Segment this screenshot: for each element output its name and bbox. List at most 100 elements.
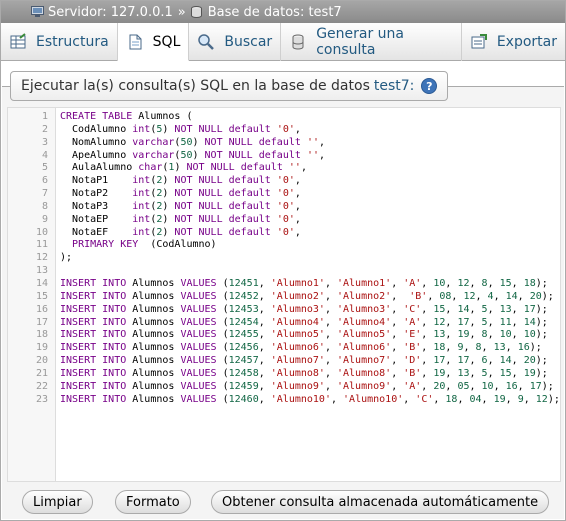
code-text: INSERT INTO Alumnos VALUES (12454, 'Alum… — [60, 316, 548, 328]
code-line: 9 NotaEP int(2) NOT NULL default '0', — [8, 214, 560, 227]
code-line: 5 AulaAlumno char(1) NOT NULL default ''… — [8, 162, 560, 175]
clear-button[interactable]: Limpiar — [22, 490, 93, 514]
breadcrumb-server-label: Servidor: 127.0.0.1 — [48, 4, 173, 20]
line-number: 4 — [41, 149, 48, 161]
code-text: INSERT INTO Alumnos VALUES (12459, 'Alum… — [60, 380, 554, 392]
tab-label: Generar una consulta — [316, 26, 405, 58]
code-line: 21 INSERT INTO Alumnos VALUES (12458, 'Al… — [8, 368, 560, 381]
code-text: INSERT INTO Alumnos VALUES (12451, 'Alum… — [60, 277, 548, 289]
line-number: 10 — [35, 226, 48, 238]
code-text: ); — [60, 252, 73, 264]
code-line: 20 INSERT INTO Alumnos VALUES (12457, 'Al… — [8, 355, 560, 368]
tab-label: Estructura — [36, 34, 109, 50]
sql-icon — [126, 33, 144, 51]
fieldset-title: Ejecutar la(s) consulta(s) SQL en la bas… — [21, 78, 370, 94]
code-text: INSERT INTO Alumnos VALUES (12455, 'Alum… — [60, 329, 548, 341]
tab-bar: Estructura SQL Buscar Generar una consul… — [1, 23, 565, 61]
export-icon — [470, 33, 488, 51]
tab-sql[interactable]: SQL — [117, 23, 190, 61]
code-text: INSERT INTO Alumnos VALUES (12460, 'Alum… — [60, 393, 560, 405]
server-icon — [31, 6, 44, 18]
code-line: 7 NotaP2 int(2) NOT NULL default '0', — [8, 188, 560, 201]
code-line: 13 — [8, 265, 560, 278]
breadcrumb-database-label: Base de datos: test7 — [207, 4, 342, 20]
line-number: 20 — [35, 355, 48, 367]
code-text: NotaP1 int(2) NOT NULL default '0', — [60, 175, 301, 187]
search-icon — [197, 33, 215, 51]
line-number: 17 — [35, 316, 48, 328]
code-text: NotaP3 int(2) NOT NULL default '0', — [60, 200, 301, 212]
code-text: NotaP2 int(2) NOT NULL default '0', — [60, 188, 301, 200]
code-line: 6 NotaP1 int(2) NOT NULL default '0', — [8, 175, 560, 188]
code-line: 3 NomAlumno varchar(50) NOT NULL default… — [8, 137, 560, 150]
tab-label: Exportar — [496, 34, 557, 50]
code-text: NotaEF int(2) NOT NULL default '0', — [60, 226, 301, 238]
breadcrumb-separator: » — [177, 4, 186, 20]
tab-label: SQL — [152, 33, 181, 50]
code-line: 17 INSERT INTO Alumnos VALUES (12454, 'Al… — [8, 317, 560, 330]
code-line: 16 INSERT INTO Alumnos VALUES (12453, 'Al… — [8, 304, 560, 317]
code-text: NomAlumno varchar(50) NOT NULL default '… — [60, 136, 326, 148]
line-number: 15 — [35, 290, 48, 302]
line-number: 21 — [35, 367, 48, 379]
database-icon — [190, 6, 204, 18]
code-line: 22 INSERT INTO Alumnos VALUES (12459, 'Al… — [8, 381, 560, 394]
sql-editor[interactable]: 1 CREATE TABLE Alumnos (2 CodAlumno int(5… — [7, 107, 561, 482]
line-number: 16 — [35, 303, 48, 315]
code-text: INSERT INTO Alumnos VALUES (12457, 'Alum… — [60, 355, 548, 367]
help-icon[interactable]: ? — [421, 78, 438, 94]
fieldset-legend: Ejecutar la(s) consulta(s) SQL en la bas… — [10, 71, 449, 101]
code-text: INSERT INTO Alumnos VALUES (12452, 'Alum… — [60, 290, 554, 302]
code-text: INSERT INTO Alumnos VALUES (12456, 'Alum… — [60, 342, 542, 354]
code-text: AulaAlumno char(1) NOT NULL default '', — [60, 162, 307, 174]
line-number: 3 — [41, 136, 48, 148]
tab-exportar[interactable]: Exportar — [462, 23, 565, 61]
tab-generar-consulta[interactable]: Generar una consulta — [281, 23, 462, 61]
code-line: 11 PRIMARY KEY (CodAlumno) — [8, 239, 560, 252]
tab-estructura[interactable]: Estructura — [1, 23, 118, 61]
code-text: CodAlumno int(5) NOT NULL default '0', — [60, 123, 301, 135]
structure-icon — [9, 33, 27, 51]
line-number: 22 — [35, 380, 48, 392]
get-stored-query-button[interactable]: Obtener consulta almacenada automáticame… — [211, 490, 550, 514]
code-line: 15 INSERT INTO Alumnos VALUES (12452, 'Al… — [8, 291, 560, 304]
code-text: INSERT INTO Alumnos VALUES (12453, 'Alum… — [60, 303, 548, 315]
fieldset-database-link[interactable]: test7: — [374, 78, 415, 94]
code-line: 1 CREATE TABLE Alumnos ( — [8, 111, 560, 124]
format-button[interactable]: Formato — [115, 490, 191, 514]
code-line: 19 INSERT INTO Alumnos VALUES (12456, 'Al… — [8, 342, 560, 355]
code-line: 12); — [8, 252, 560, 265]
code-line: 18 INSERT INTO Alumnos VALUES (12455, 'Al… — [8, 329, 560, 342]
line-number: 7 — [41, 188, 48, 200]
code-line: 2 CodAlumno int(5) NOT NULL default '0', — [8, 124, 560, 137]
tab-label: Buscar — [224, 34, 273, 50]
line-number: 14 — [35, 277, 48, 289]
code-line: 23 INSERT INTO Alumnos VALUES (12460, 'Al… — [8, 394, 560, 407]
line-number: 5 — [41, 162, 48, 174]
code-text: INSERT INTO Alumnos VALUES (12458, 'Alum… — [60, 367, 548, 379]
code-line: 4 ApeAlumno varchar(50) NOT NULL default… — [8, 150, 560, 163]
code-line: 14 INSERT INTO Alumnos VALUES (12451, 'Al… — [8, 278, 560, 291]
line-number: 9 — [41, 213, 48, 225]
line-number: 13 — [35, 265, 48, 277]
line-number: 19 — [35, 342, 48, 354]
line-number: 23 — [35, 393, 48, 405]
code-text: ApeAlumno varchar(50) NOT NULL default '… — [60, 149, 326, 161]
tab-buscar[interactable]: Buscar — [189, 23, 282, 61]
line-number: 11 — [35, 239, 48, 251]
line-number: 2 — [41, 123, 48, 135]
code-line: 8 NotaP3 int(2) NOT NULL default '0', — [8, 201, 560, 214]
breadcrumb-database[interactable]: Base de datos: test7 — [190, 4, 342, 20]
breadcrumb-server[interactable]: Servidor: 127.0.0.1 — [31, 5, 173, 20]
line-number: 6 — [41, 175, 48, 187]
breadcrumb: Servidor: 127.0.0.1 » Base de datos: tes… — [1, 1, 565, 23]
line-number: 18 — [35, 329, 48, 341]
line-number: 12 — [35, 252, 48, 264]
line-number: 1 — [41, 111, 48, 122]
code-text: NotaEP int(2) NOT NULL default '0', — [60, 213, 301, 225]
line-number: 8 — [41, 200, 48, 212]
code-text: PRIMARY KEY (CodAlumno) — [72, 239, 217, 251]
code-lines: 1 CREATE TABLE Alumnos (2 CodAlumno int(5… — [8, 111, 560, 406]
query-icon — [289, 33, 307, 51]
